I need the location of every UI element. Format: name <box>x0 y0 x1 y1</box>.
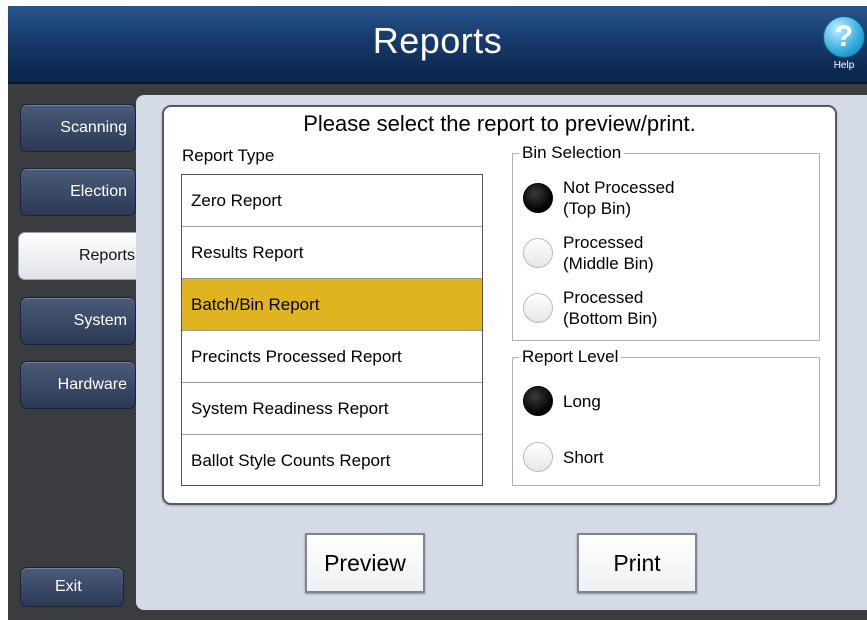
radio-label-line2: (Middle Bin) <box>563 254 654 273</box>
radio-label: Short <box>563 448 604 467</box>
report-type-label: Report Type <box>182 146 275 165</box>
sidebar-item-scanning[interactable]: Scanning <box>20 104 136 152</box>
report-item-zero[interactable]: Zero Report <box>182 175 482 227</box>
sidebar-item-reports[interactable]: Reports <box>18 232 144 280</box>
radio-label-line1: Processed <box>563 233 644 252</box>
bin-selection-title: Bin Selection <box>519 143 625 163</box>
radio-processed-bottom-bin[interactable]: Processed (Bottom Bin) <box>523 287 773 331</box>
help-icon: ? <box>823 16 865 58</box>
radio-button-unselected[interactable] <box>523 442 553 472</box>
report-type-list: Zero Report Results Report Batch/Bin Rep… <box>181 174 483 486</box>
sidebar-item-election[interactable]: Election <box>20 168 136 216</box>
radio-label-line1: Not Processed <box>563 178 675 197</box>
sidebar-item-system[interactable]: System <box>20 297 136 345</box>
content-area: Please select the report to preview/prin… <box>136 95 867 610</box>
page-title: Reports <box>372 20 503 61</box>
print-button[interactable]: Print <box>577 533 697 593</box>
radio-label: Long <box>563 392 601 411</box>
report-item-ballot-style-counts[interactable]: Ballot Style Counts Report <box>182 435 482 487</box>
report-level-title: Report Level <box>519 347 622 367</box>
radio-long[interactable]: Long <box>523 380 723 424</box>
help-label: Help <box>833 60 855 71</box>
report-selection-panel: Please select the report to preview/prin… <box>162 105 837 505</box>
report-item-precincts-processed[interactable]: Precincts Processed Report <box>182 331 482 383</box>
radio-button-unselected[interactable] <box>523 238 553 268</box>
radio-processed-middle-bin[interactable]: Processed (Middle Bin) <box>523 232 773 276</box>
sidebar-item-hardware[interactable]: Hardware <box>20 361 136 409</box>
radio-short[interactable]: Short <box>523 436 723 480</box>
preview-button[interactable]: Preview <box>305 533 425 593</box>
help-button[interactable]: ? Help <box>821 16 867 78</box>
radio-button-selected[interactable] <box>523 386 553 416</box>
app-frame: Reports ? Help Scanning Election Reports… <box>8 6 867 620</box>
bin-selection-group: Bin Selection Not Processed (Top Bin) Pr… <box>512 143 820 341</box>
exit-button[interactable]: Exit <box>20 567 124 607</box>
report-item-batch-bin[interactable]: Batch/Bin Report <box>182 279 482 331</box>
report-level-group: Report Level Long Short <box>512 347 820 486</box>
radio-not-processed-top-bin[interactable]: Not Processed (Top Bin) <box>523 177 773 221</box>
report-item-results[interactable]: Results Report <box>182 227 482 279</box>
radio-button-unselected[interactable] <box>523 293 553 323</box>
title-bar: Reports ? Help <box>8 6 867 84</box>
report-item-system-readiness[interactable]: System Readiness Report <box>182 383 482 435</box>
radio-label-line2: (Top Bin) <box>563 199 632 218</box>
radio-label-line2: (Bottom Bin) <box>563 309 658 328</box>
radio-label-line1: Processed <box>563 288 644 307</box>
instruction-text: Please select the report to preview/prin… <box>303 111 696 136</box>
radio-button-selected[interactable] <box>523 183 553 213</box>
